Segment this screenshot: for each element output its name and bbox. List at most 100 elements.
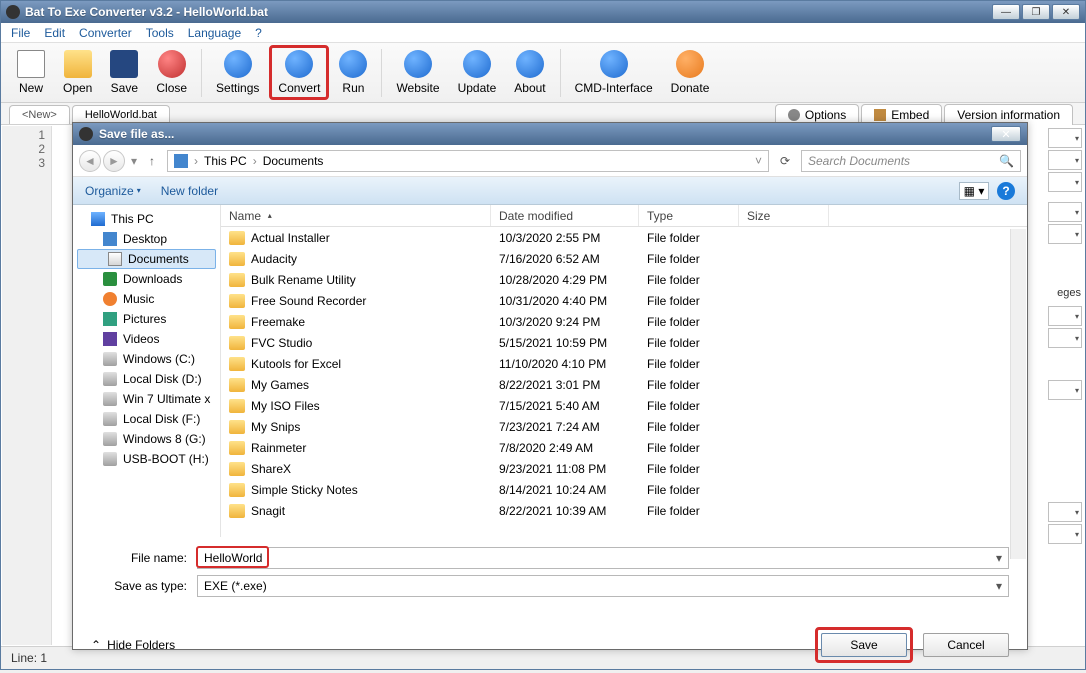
close-button[interactable]: Close (148, 48, 195, 97)
column-type[interactable]: Type (639, 205, 739, 226)
list-item[interactable]: My ISO Files7/15/2021 5:40 AMFile folder (221, 395, 1027, 416)
side-dropdown[interactable] (1048, 502, 1082, 522)
list-item[interactable]: Rainmeter7/8/2020 2:49 AMFile folder (221, 437, 1027, 458)
list-item[interactable]: My Snips7/23/2021 7:24 AMFile folder (221, 416, 1027, 437)
side-dropdown[interactable] (1048, 380, 1082, 400)
side-dropdown[interactable] (1048, 202, 1082, 222)
menu-converter[interactable]: Converter (79, 26, 132, 40)
saveas-value: EXE (*.exe) (204, 579, 267, 593)
save-button[interactable]: Save (821, 633, 907, 657)
list-item[interactable]: ShareX9/23/2021 11:08 PMFile folder (221, 458, 1027, 479)
side-dropdown[interactable] (1048, 224, 1082, 244)
open-button[interactable]: Open (55, 48, 100, 97)
folder-icon (229, 231, 245, 245)
folder-icon (229, 294, 245, 308)
side-dropdown[interactable] (1048, 306, 1082, 326)
new-tab[interactable]: <New> (9, 105, 70, 124)
refresh-button[interactable]: ⟳ (775, 151, 795, 171)
list-item[interactable]: Simple Sticky Notes8/14/2021 10:24 AMFil… (221, 479, 1027, 500)
tree-item-this-pc[interactable]: This PC (73, 209, 220, 229)
save-button[interactable]: Save (102, 48, 146, 97)
scrollbar[interactable] (1010, 229, 1026, 559)
list-item[interactable]: Free Sound Recorder10/31/2020 4:40 PMFil… (221, 290, 1027, 311)
side-dropdown[interactable] (1048, 150, 1082, 170)
tree-item-music[interactable]: Music (73, 289, 220, 309)
side-dropdown[interactable] (1048, 172, 1082, 192)
menu-?[interactable]: ? (255, 26, 262, 40)
run-button[interactable]: Run (331, 48, 375, 97)
status-line: Line: 1 (11, 651, 47, 665)
close-icon (158, 50, 186, 78)
column-name[interactable]: Name ▴ (221, 205, 491, 226)
filename-value: HelloWorld (204, 551, 262, 565)
up-button[interactable]: ↑ (143, 152, 161, 170)
list-item[interactable]: Bulk Rename Utility10/28/2020 4:29 PMFil… (221, 269, 1027, 290)
address-bar[interactable]: › This PC › Documents ˅ (167, 150, 769, 172)
about-button[interactable]: About (506, 48, 553, 97)
side-dropdown[interactable] (1048, 328, 1082, 348)
list-item[interactable]: Actual Installer10/3/2020 2:55 PMFile fo… (221, 227, 1027, 248)
column-size[interactable]: Size (739, 205, 829, 226)
tree-item-windows-8-g-[interactable]: Windows 8 (G:) (73, 429, 220, 449)
about-icon (516, 50, 544, 78)
tree-item-desktop[interactable]: Desktop (73, 229, 220, 249)
tree-item-win-7-ultimate-x[interactable]: Win 7 Ultimate x (73, 389, 220, 409)
tree-item-windows-c-[interactable]: Windows (C:) (73, 349, 220, 369)
drv-icon (103, 392, 117, 406)
menu-language[interactable]: Language (188, 26, 241, 40)
update-button[interactable]: Update (450, 48, 505, 97)
convert-button[interactable]: Convert (269, 45, 329, 100)
help-button[interactable]: ? (997, 182, 1015, 200)
list-item[interactable]: Snagit8/22/2021 10:39 AMFile folder (221, 500, 1027, 521)
list-item[interactable]: Audacity7/16/2020 6:52 AMFile folder (221, 248, 1027, 269)
menu-tools[interactable]: Tools (146, 26, 174, 40)
breadcrumb-item[interactable]: This PC (204, 154, 247, 168)
list-item[interactable]: My Games8/22/2021 3:01 PMFile folder (221, 374, 1027, 395)
tree-item-pictures[interactable]: Pictures (73, 309, 220, 329)
new-button[interactable]: New (9, 48, 53, 97)
minimize-button[interactable]: — (992, 4, 1020, 20)
tree-item-videos[interactable]: Videos (73, 329, 220, 349)
close-button[interactable]: ✕ (1052, 4, 1080, 20)
toolbar-label: Update (458, 81, 497, 95)
side-panel (1046, 126, 1084, 645)
menu-edit[interactable]: Edit (44, 26, 65, 40)
organize-menu[interactable]: Organize (85, 184, 141, 198)
saveas-type-select[interactable]: EXE (*.exe) (197, 575, 1009, 597)
toolbar-label: Open (63, 81, 92, 95)
toolbar-separator (201, 49, 202, 97)
dialog-close-button[interactable]: ✕ (991, 126, 1021, 142)
donate-button[interactable]: Donate (663, 48, 718, 97)
column-date[interactable]: Date modified (491, 205, 639, 226)
search-input[interactable]: Search Documents (801, 150, 1021, 172)
tree-item-local-disk-d-[interactable]: Local Disk (D:) (73, 369, 220, 389)
save-icon (110, 50, 138, 78)
line-number: 3 (4, 156, 45, 170)
menu-file[interactable]: File (11, 26, 30, 40)
breadcrumb-item[interactable]: Documents (263, 154, 324, 168)
tree-item-documents[interactable]: Documents (77, 249, 216, 269)
forward-button[interactable]: ► (103, 150, 125, 172)
tree-item-local-disk-f-[interactable]: Local Disk (F:) (73, 409, 220, 429)
tree-item-usb-boot-h-[interactable]: USB-BOOT (H:) (73, 449, 220, 469)
filename-input[interactable]: HelloWorld (197, 547, 1009, 569)
view-button[interactable]: ▦ ▾ (959, 182, 989, 200)
list-item[interactable]: FVC Studio5/15/2021 10:59 PMFile folder (221, 332, 1027, 353)
list-item[interactable]: Kutools for Excel11/10/2020 4:10 PMFile … (221, 353, 1027, 374)
tree-item-downloads[interactable]: Downloads (73, 269, 220, 289)
hide-folders-toggle[interactable]: Hide Folders (91, 638, 175, 652)
drv-icon (103, 412, 117, 426)
new-folder-button[interactable]: New folder (161, 184, 218, 198)
website-button[interactable]: Website (388, 48, 447, 97)
maximize-button[interactable]: ❐ (1022, 4, 1050, 20)
side-dropdown[interactable] (1048, 128, 1082, 148)
settings-button[interactable]: Settings (208, 48, 267, 97)
cmd-interface-button[interactable]: CMD-Interface (567, 48, 661, 97)
cancel-button[interactable]: Cancel (923, 633, 1009, 657)
list-item[interactable]: Freemake10/3/2020 9:24 PMFile folder (221, 311, 1027, 332)
doc-icon (108, 252, 122, 266)
side-dropdown[interactable] (1048, 524, 1082, 544)
back-button[interactable]: ◄ (79, 150, 101, 172)
save-highlight: Save (815, 627, 913, 663)
this-pc-icon (174, 154, 188, 168)
